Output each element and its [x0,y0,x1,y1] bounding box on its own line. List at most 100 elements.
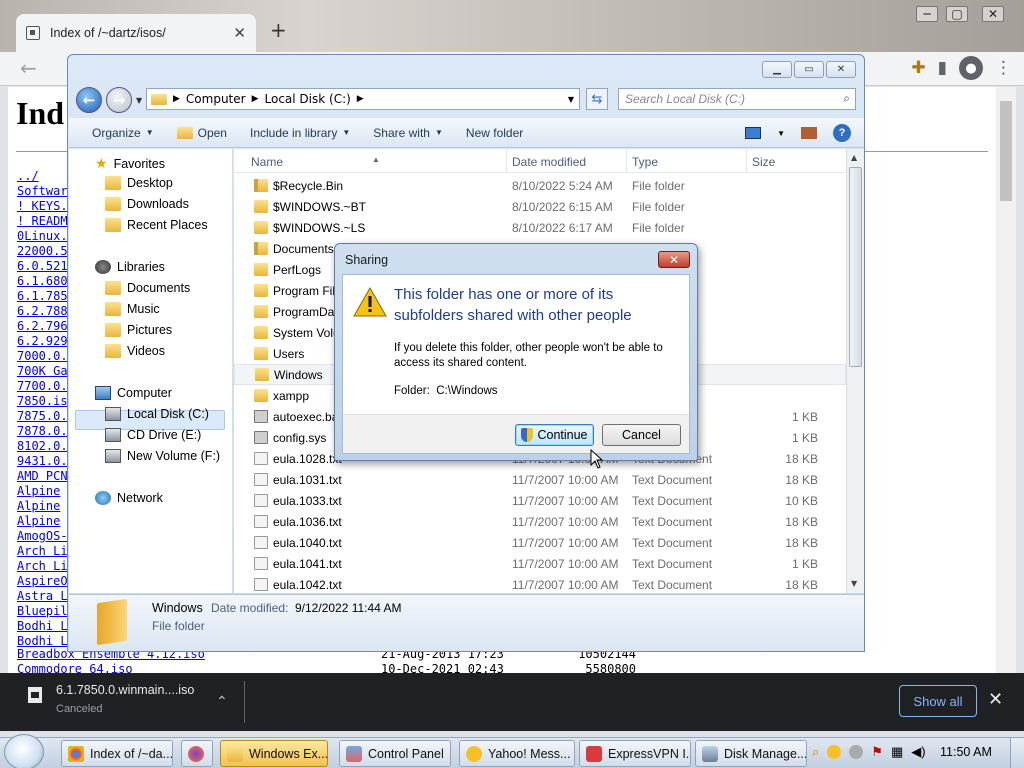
file-list-scrollbar[interactable]: ▲ ▼ [846,149,864,593]
extensions-icon[interactable]: ✚ [911,58,925,78]
listing-link[interactable]: Bluepil [17,604,68,619]
taskbar-item-firefox[interactable] [181,740,213,767]
browser-tab[interactable]: Index of /~dartz/isos/ ✕ [16,14,256,52]
nav-downloads[interactable]: Downloads [105,197,189,211]
chrome-minimize-button[interactable]: ─ [916,6,938,22]
cancel-button[interactable]: Cancel [602,424,681,446]
nav-cd-drive[interactable]: CD Drive (E:) [105,428,201,442]
address-chevron-icon[interactable]: ▶ [252,94,259,104]
nav-favorites[interactable]: ★ Favorites [95,155,165,172]
help-icon[interactable]: ? [833,124,851,142]
chevron-up-icon[interactable]: ⌃ [216,693,228,710]
nav-libraries[interactable]: Libraries [95,260,165,274]
continue-button[interactable]: Continue [515,424,594,446]
breadcrumb-local-disk[interactable]: Local Disk (C:) [265,92,351,106]
circle-tray-icon[interactable] [849,745,864,759]
start-button[interactable] [4,734,44,768]
nav-recent-places[interactable]: Recent Places [105,218,208,232]
column-divider[interactable] [506,149,507,173]
scroll-up-icon[interactable]: ▲ [851,153,857,162]
column-size[interactable]: Size [752,155,775,169]
listing-link[interactable]: 0Linux. [17,229,68,244]
open-button[interactable]: Open [176,126,227,140]
include-in-library-button[interactable]: Include in library ▼ [250,126,350,140]
listing-link[interactable]: ../ [17,169,68,184]
address-dropdown-icon[interactable]: ▼ [563,95,579,104]
share-with-button[interactable]: Share with ▼ [373,126,443,140]
listing-link[interactable]: Alpine [17,499,68,514]
file-row[interactable]: eula.1031.txt 11/7/2007 10:00 AM Text Docu… [234,469,846,490]
explorer-maximize-button[interactable]: ▭ [794,61,824,78]
clock[interactable]: 11:50 AM [940,745,992,759]
listing-link[interactable]: ! KEYS. [17,199,68,214]
column-name[interactable]: Name [251,155,283,169]
sidepanel-icon[interactable]: ▮ [938,58,947,78]
listing-link[interactable]: AspireO [17,574,68,589]
column-divider[interactable] [746,149,747,173]
taskbar-item-disk-management[interactable]: Disk Manage... [695,740,807,767]
nav-new-volume[interactable]: New Volume (F:) [105,449,220,463]
listing-link[interactable]: 7875.0. [17,409,68,424]
listing-link[interactable]: Arch Li [17,559,68,574]
listing-link[interactable]: 7850.is [17,394,68,409]
nav-computer[interactable]: Computer [95,386,172,400]
nav-network[interactable]: Network [95,491,163,505]
listing-link[interactable]: 6.2.788 [17,304,68,319]
listing-link[interactable]: Softwar [17,184,68,199]
listing-link[interactable]: 7000.0. [17,349,68,364]
file-row[interactable]: eula.1041.txt 11/7/2007 10:00 AM Text Docu… [234,553,846,574]
address-chevron-icon[interactable]: ▶ [173,94,180,104]
view-dropdown-icon[interactable]: ▼ [777,129,785,138]
profile-avatar-icon[interactable]: ● [959,56,983,80]
file-row[interactable]: eula.1036.txt 11/7/2007 10:00 AM Text Docu… [234,511,846,532]
organize-button[interactable]: Organize ▼ [92,126,154,140]
scroll-down-icon[interactable]: ▼ [851,579,857,588]
nav-desktop[interactable]: Desktop [105,176,173,190]
download-bar-close-icon[interactable]: ✕ [988,689,1003,710]
listing-link[interactable]: Alpine [17,484,68,499]
listing-link[interactable]: Alpine [17,514,68,529]
listing-link[interactable]: 22000.5 [17,244,68,259]
explorer-minimize-button[interactable]: ▁ [762,61,792,78]
column-type[interactable]: Type [632,155,658,169]
listing-link[interactable]: 6.2.796 [17,319,68,334]
refresh-button[interactable]: ⇆ [586,88,608,110]
listing-link[interactable]: Astra L [17,589,68,604]
nav-music[interactable]: Music [105,302,160,316]
listing-link[interactable]: AMD PCN [17,469,68,484]
listing-link[interactable]: 6.1.680 [17,274,68,289]
taskbar-item-expressvpn[interactable]: ExpressVPN I... [579,740,691,767]
taskbar-item-control-panel[interactable]: Control Panel [339,740,451,767]
address-bar[interactable]: ▶ Computer ▶ Local Disk (C:) ▶ ▼ [146,88,580,110]
show-all-button[interactable]: Show all [899,685,977,717]
listing-link[interactable]: ! READM [17,214,68,229]
listing-link[interactable]: 700K Ga [17,364,68,379]
listing-link[interactable]: Bodhi L [17,619,68,634]
network-tray-icon[interactable]: ▦ [891,744,903,760]
file-row[interactable]: eula.1040.txt 11/7/2007 10:00 AM Text Docu… [234,532,846,553]
nav-documents[interactable]: Documents [105,281,190,295]
search-input[interactable]: Search Local Disk (C:) ⌕ [618,88,856,110]
listing-link[interactable]: 6.1.785 [17,289,68,304]
listing-link[interactable]: 9431.0. [17,454,68,469]
file-row[interactable]: $WINDOWS.~BT 8/10/2022 6:15 AM File folder [234,196,846,217]
listing-link[interactable]: 6.0.521 [17,259,68,274]
breadcrumb-computer[interactable]: Computer [186,92,246,106]
new-tab-button[interactable]: + [270,18,287,42]
listing-link[interactable]: Arch Li [17,544,68,559]
listing-link[interactable]: Commodore 64.iso [17,662,381,673]
nav-local-disk[interactable]: Local Disk (C:) [105,407,209,421]
nav-videos[interactable]: Videos [105,344,165,358]
listing-link[interactable]: 7878.0. [17,424,68,439]
listing-link[interactable]: 7700.0. [17,379,68,394]
column-date-modified[interactable]: Date modified [512,155,586,169]
column-divider[interactable] [626,149,627,173]
taskbar-item-chrome[interactable]: Index of /~da... [61,740,173,767]
flag-tray-icon[interactable]: ⚑ [871,744,883,760]
chrome-maximize-button[interactable]: ▢ [946,6,968,22]
file-row[interactable]: eula.1042.txt 11/7/2007 10:00 AM Text Docu… [234,574,846,595]
taskbar-item-explorer[interactable]: Windows Ex... [220,740,328,767]
download-item[interactable]: 6.1.7850.0.winmain....iso Canceled [28,683,194,715]
menu-kebab-icon[interactable]: ⋮ [995,58,1012,78]
show-desktop-button[interactable] [1010,738,1024,768]
